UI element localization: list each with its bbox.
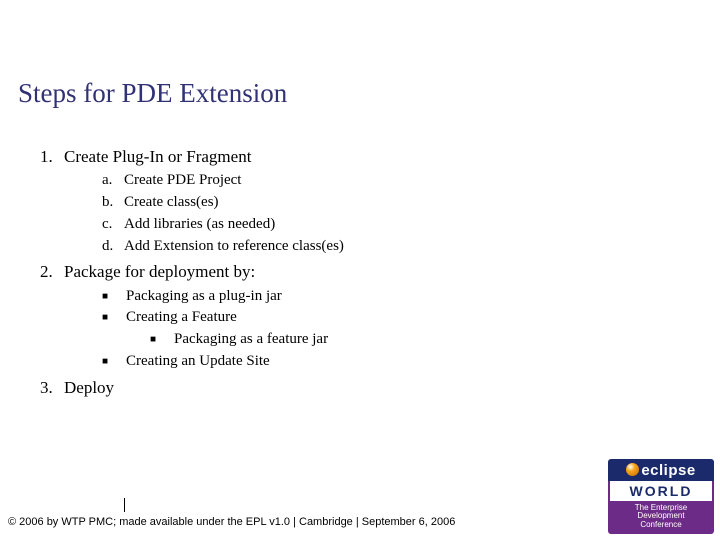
list-item: a.Create PDE Project	[102, 171, 680, 190]
list-text: Packaging as a plug-in jar	[126, 288, 282, 304]
square-bullet-icon: ■	[102, 312, 126, 325]
square-bullet-icon: ■	[150, 334, 174, 347]
list-item: 3.Deploy	[40, 377, 680, 398]
list-item: ■Creating an Update Site	[102, 352, 680, 371]
square-bullet-icon: ■	[102, 291, 126, 304]
footer-text: © 2006 by WTP PMC; made available under …	[8, 516, 455, 528]
list-text: Deploy	[64, 378, 114, 397]
logo-tag-line3: Conference	[610, 521, 712, 530]
list-item: ■Packaging as a plug-in jar	[102, 287, 680, 306]
list-text: Packaging as a feature jar	[174, 331, 328, 347]
list-item: c.Add libraries (as needed)	[102, 215, 680, 234]
slide-title: Steps for PDE Extension	[18, 78, 287, 109]
list-number: 1.	[40, 146, 64, 167]
logo-tagline: The Enterprise Development Conference	[608, 501, 714, 534]
eclipse-orb-icon	[626, 463, 639, 476]
list-item: ■Packaging as a feature jar	[150, 330, 680, 349]
list-letter: a.	[102, 171, 124, 190]
ruler-tick-icon	[124, 498, 125, 512]
logo-brand: eclipse	[641, 462, 695, 479]
list-text: Create class(es)	[124, 194, 219, 210]
list-text: Create PDE Project	[124, 172, 241, 188]
eclipse-world-logo: eclipse WORLD The Enterprise Development…	[608, 459, 714, 534]
list-letter: c.	[102, 215, 124, 234]
list-item: d.Add Extension to reference class(es)	[102, 237, 680, 256]
logo-world: WORLD	[608, 481, 714, 501]
logo-top: eclipse	[608, 459, 714, 481]
list-text: Add libraries (as needed)	[124, 216, 275, 232]
slide-body: 1.Create Plug-In or Fragment a.Create PD…	[40, 140, 680, 402]
list-item: 2.Package for deployment by:	[40, 261, 680, 282]
list-text: Add Extension to reference class(es)	[124, 238, 344, 254]
list-item: b.Create class(es)	[102, 193, 680, 212]
list-item: 1.Create Plug-In or Fragment	[40, 146, 680, 167]
list-text: Creating a Feature	[126, 309, 237, 325]
list-text: Creating an Update Site	[126, 353, 270, 369]
list-number: 3.	[40, 377, 64, 398]
list-item: ■Creating a Feature	[102, 308, 680, 327]
list-number: 2.	[40, 261, 64, 282]
list-text: Create Plug-In or Fragment	[64, 147, 251, 166]
square-bullet-icon: ■	[102, 356, 126, 369]
list-text: Package for deployment by:	[64, 262, 255, 281]
list-letter: d.	[102, 237, 124, 256]
list-letter: b.	[102, 193, 124, 212]
slide: Steps for PDE Extension 1.Create Plug-In…	[0, 0, 720, 540]
